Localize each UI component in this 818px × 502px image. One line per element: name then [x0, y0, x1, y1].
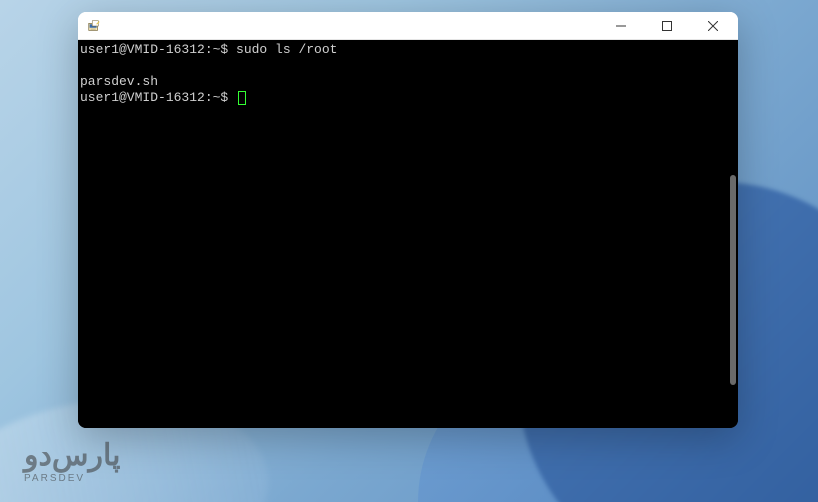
putty-icon [86, 18, 102, 34]
scrollbar-track[interactable] [722, 40, 738, 428]
terminal-line: user1@VMID-16312:~$ [80, 90, 718, 106]
terminal-line: parsdev.sh [80, 74, 718, 90]
terminal-window: user1@VMID-16312:~$ sudo ls /root parsdev… [78, 12, 738, 428]
scrollbar-thumb[interactable] [730, 175, 736, 385]
watermark-main-text: پارس‌دو [24, 441, 120, 471]
window-controls [598, 12, 736, 39]
window-titlebar[interactable] [78, 12, 738, 40]
shell-output: parsdev.sh [80, 74, 158, 89]
watermark-logo: پارس‌دو PARSDEV [24, 441, 120, 484]
titlebar-left [86, 18, 102, 34]
terminal-blank-line [80, 58, 718, 74]
watermark-sub-text: PARSDEV [24, 473, 120, 484]
shell-command: sudo ls /root [236, 42, 337, 57]
terminal-line: user1@VMID-16312:~$ sudo ls /root [80, 42, 718, 58]
terminal-viewport[interactable]: user1@VMID-16312:~$ sudo ls /root parsdev… [78, 40, 738, 428]
close-button[interactable] [690, 12, 736, 39]
maximize-button[interactable] [644, 12, 690, 39]
terminal-content[interactable]: user1@VMID-16312:~$ sudo ls /root parsdev… [78, 40, 722, 428]
minimize-button[interactable] [598, 12, 644, 39]
terminal-cursor [238, 91, 246, 105]
shell-prompt: user1@VMID-16312:~$ [80, 42, 236, 57]
shell-prompt: user1@VMID-16312:~$ [80, 90, 236, 105]
